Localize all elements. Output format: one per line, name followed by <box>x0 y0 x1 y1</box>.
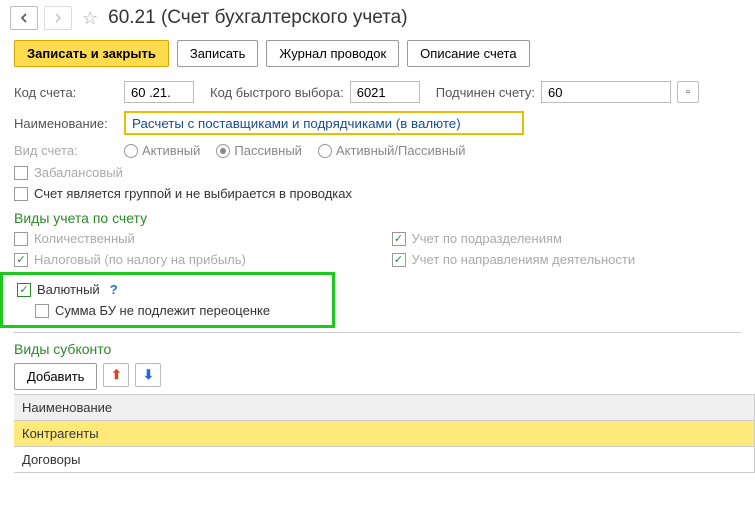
radio-icon <box>318 144 332 158</box>
no-reval-label: Сумма БУ не подлежит переоценке <box>55 303 270 318</box>
quick-label: Код быстрого выбора: <box>210 85 344 100</box>
checkbox-icon: ✓ <box>17 283 31 297</box>
dept-label: Учет по подразделениям <box>412 231 562 246</box>
code-label: Код счета: <box>14 85 118 100</box>
cell-name: Контрагенты <box>14 421 755 447</box>
checkbox-icon: ✓ <box>14 253 28 267</box>
arrow-left-icon <box>19 13 29 23</box>
radio-both[interactable]: Активный/Пассивный <box>318 143 466 158</box>
arrow-right-icon <box>53 13 63 23</box>
parent-input[interactable] <box>541 81 671 103</box>
subconto-title: Виды субконто <box>0 335 755 359</box>
currency-label: Валютный <box>37 282 100 297</box>
save-button[interactable]: Записать <box>177 40 259 67</box>
arrow-down-icon: ⬇ <box>143 367 154 383</box>
radio-active-label: Активный <box>142 143 200 158</box>
group-row[interactable]: Счет является группой и не выбирается в … <box>0 183 755 204</box>
checkbox-icon <box>35 304 49 318</box>
offbalance-label: Забалансовый <box>34 165 123 180</box>
subconto-toolbar: Добавить ⬆ ⬇ <box>0 359 755 394</box>
tax-row[interactable]: ✓ Налоговый (по налогу на прибыль) <box>0 249 378 270</box>
direction-label: Учет по направлениям деятельности <box>412 252 636 267</box>
accounting-types-grid: Количественный ✓ Налоговый (по налогу на… <box>0 228 755 270</box>
header-bar: ☆ 60.21 (Счет бухгалтерского учета) <box>0 0 755 36</box>
divider <box>14 332 741 333</box>
offbalance-row[interactable]: Забалансовый <box>0 162 755 183</box>
radio-passive-label: Пассивный <box>234 143 302 158</box>
nav-back-button[interactable] <box>10 6 38 30</box>
radio-icon <box>124 144 138 158</box>
checkbox-icon <box>14 187 28 201</box>
currency-highlight-box: ✓ Валютный ? Сумма БУ не подлежит переоц… <box>0 272 335 328</box>
tax-label: Налоговый (по налогу на прибыль) <box>34 252 246 267</box>
favorite-star-icon[interactable]: ☆ <box>82 8 98 29</box>
add-button[interactable]: Добавить <box>14 363 97 390</box>
checkbox-icon: ✓ <box>392 253 406 267</box>
name-input[interactable] <box>124 111 524 135</box>
parent-open-button[interactable]: ▫ <box>677 81 699 103</box>
radio-passive[interactable]: Пассивный <box>216 143 302 158</box>
name-row: Наименование: <box>0 107 755 139</box>
subconto-table: Наименование Контрагенты Договоры <box>14 394 755 473</box>
nav-forward-button[interactable] <box>44 6 72 30</box>
table-row[interactable]: Договоры <box>14 447 755 473</box>
checkbox-icon <box>14 166 28 180</box>
type-label: Вид счета: <box>14 143 118 158</box>
move-up-button[interactable]: ⬆ <box>103 363 129 387</box>
help-icon[interactable]: ? <box>110 282 118 297</box>
code-row: Код счета: Код быстрого выбора: Подчинен… <box>0 77 755 107</box>
table-row[interactable]: Контрагенты <box>14 421 755 447</box>
parent-label: Подчинен счету: <box>436 85 535 100</box>
radio-icon <box>216 144 230 158</box>
type-row: Вид счета: Активный Пассивный Активный/П… <box>0 139 755 162</box>
name-label: Наименование: <box>14 116 118 131</box>
checkbox-icon <box>14 232 28 246</box>
table-header-name: Наименование <box>14 395 755 421</box>
description-button[interactable]: Описание счета <box>407 40 529 67</box>
dept-row[interactable]: ✓ Учет по подразделениям <box>378 228 755 249</box>
no-reval-row[interactable]: Сумма БУ не подлежит переоценке <box>3 300 332 321</box>
quantity-row[interactable]: Количественный <box>0 228 378 249</box>
open-icon: ▫ <box>686 86 690 98</box>
quick-input[interactable] <box>350 81 420 103</box>
cell-name: Договоры <box>14 447 755 473</box>
journal-button[interactable]: Журнал проводок <box>266 40 399 67</box>
currency-row[interactable]: ✓ Валютный ? <box>3 279 332 300</box>
arrow-up-icon: ⬆ <box>111 367 122 383</box>
direction-row[interactable]: ✓ Учет по направлениям деятельности <box>378 249 755 270</box>
save-close-button[interactable]: Записать и закрыть <box>14 40 169 67</box>
accounting-types-title: Виды учета по счету <box>0 204 755 228</box>
quantity-label: Количественный <box>34 231 135 246</box>
move-down-button[interactable]: ⬇ <box>135 363 161 387</box>
type-radio-group: Активный Пассивный Активный/Пассивный <box>124 143 466 158</box>
code-input[interactable] <box>124 81 194 103</box>
radio-both-label: Активный/Пассивный <box>336 143 466 158</box>
main-toolbar: Записать и закрыть Записать Журнал прово… <box>0 36 755 77</box>
group-label: Счет является группой и не выбирается в … <box>34 186 352 201</box>
radio-active[interactable]: Активный <box>124 143 200 158</box>
checkbox-icon: ✓ <box>392 232 406 246</box>
page-title: 60.21 (Счет бухгалтерского учета) <box>108 7 407 29</box>
